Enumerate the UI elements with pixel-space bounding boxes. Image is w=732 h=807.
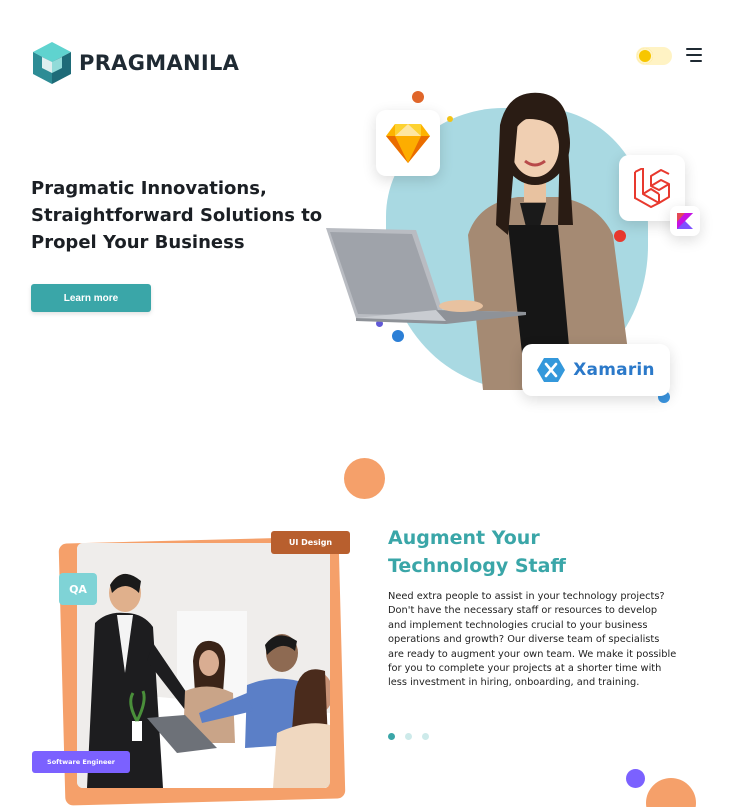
xamarin-icon (537, 358, 566, 382)
qa-tag: QA (59, 573, 97, 605)
laptop-image (326, 228, 526, 324)
staff-title-line-1: Augment Your (388, 527, 540, 549)
carousel-dot[interactable] (422, 733, 429, 740)
staff-title-line-2: Technology Staff (388, 555, 566, 577)
staff-section-title: Augment Your Technology Staff (388, 524, 688, 580)
learn-more-button[interactable]: Learn more (31, 284, 151, 312)
laravel-icon (634, 168, 670, 208)
cube-logo-icon (33, 42, 71, 84)
hero-title: Pragmatic Innovations, Straightforward S… (31, 178, 323, 253)
kotlin-icon (677, 213, 693, 229)
hamburger-icon[interactable] (684, 48, 702, 62)
sun-icon (637, 48, 653, 64)
software-engineer-tag: Software Engineer (32, 751, 130, 773)
decor-half-circle (646, 778, 696, 807)
carousel-dot[interactable] (405, 733, 412, 740)
decor-dot (344, 458, 385, 499)
sketch-icon (386, 124, 430, 163)
ui-design-tag: UI Design (271, 531, 350, 554)
carousel-dot-active[interactable] (388, 733, 395, 740)
staff-section-body: Need extra people to assist in your tech… (388, 591, 677, 689)
sketch-badge (376, 110, 440, 176)
carousel-indicators (388, 733, 429, 740)
theme-toggle[interactable] (636, 47, 672, 65)
brand-logo[interactable]: PRAGMANILA (31, 40, 239, 86)
kotlin-badge (670, 206, 700, 236)
xamarin-badge: Xamarin (522, 344, 670, 396)
xamarin-label: Xamarin (573, 360, 655, 380)
brand-name: PRAGMANILA (79, 51, 240, 75)
decor-dot (626, 769, 645, 788)
